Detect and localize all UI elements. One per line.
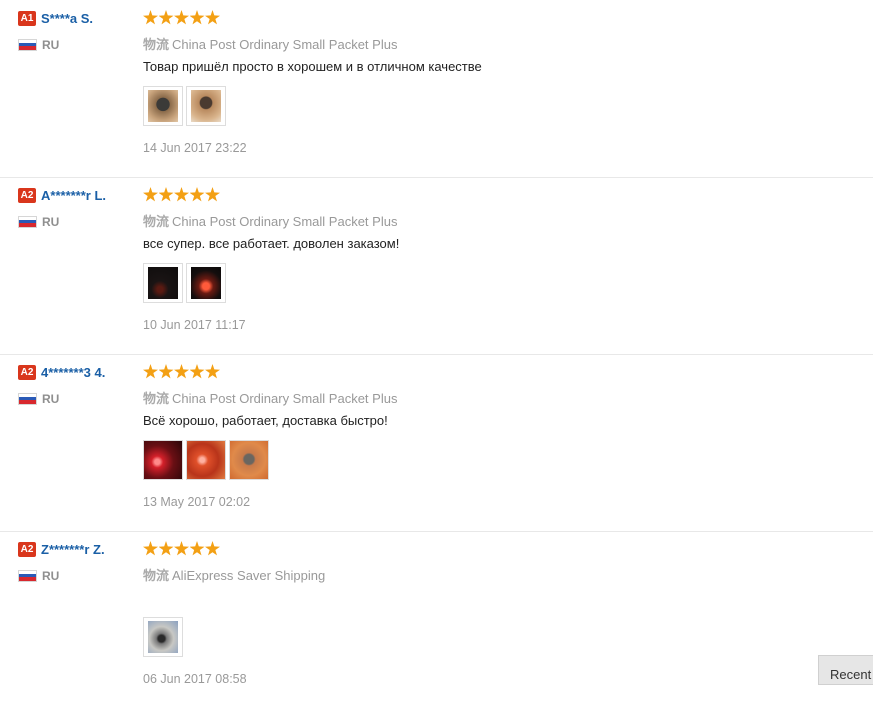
shipping-method: AliExpress Saver Shipping bbox=[172, 568, 326, 583]
star-icon bbox=[174, 364, 189, 379]
review-date: 06 Jun 2017 08:58 bbox=[143, 672, 247, 686]
russia-flag-icon bbox=[18, 569, 37, 582]
russia-flag-icon bbox=[18, 38, 37, 51]
star-icon bbox=[205, 187, 220, 202]
review-date: 14 Jun 2017 23:22 bbox=[143, 141, 247, 155]
reviewer-country: RU bbox=[18, 213, 138, 229]
reviewer-info: A1 S****a S. RU bbox=[18, 10, 138, 52]
review-photo-thumbnail[interactable] bbox=[143, 617, 183, 657]
star-icon bbox=[158, 187, 174, 202]
review-date: 10 Jun 2017 11:17 bbox=[143, 318, 246, 332]
level-badge: A1 bbox=[18, 11, 36, 27]
feedback-text: Всё хорошо, работает, доставка быстро! bbox=[143, 413, 388, 428]
review-item: A1 S****a S. RU 物流 China Post Ordinary Sma… bbox=[0, 0, 873, 178]
reviewer-name[interactable]: Z*******r Z. bbox=[41, 542, 105, 557]
shipping-label: 物流 bbox=[143, 214, 170, 229]
feedback-text: Товар пришёл просто в хорошем и в отличн… bbox=[143, 59, 482, 74]
star-rating bbox=[143, 541, 863, 557]
review-content: 物流 China Post Ordinary Small Packet Plus … bbox=[143, 364, 863, 509]
level-badge: A2 bbox=[18, 365, 36, 381]
shipping-method: China Post Ordinary Small Packet Plus bbox=[172, 391, 398, 406]
review-photo-thumbnail[interactable] bbox=[186, 440, 226, 480]
star-icon bbox=[143, 10, 158, 25]
shipping-label: 物流 bbox=[143, 37, 170, 52]
star-icon bbox=[174, 187, 189, 202]
feedback-text bbox=[143, 590, 863, 607]
review-content: 物流 China Post Ordinary Small Packet Plus … bbox=[143, 10, 863, 155]
star-icon bbox=[158, 541, 174, 556]
recent-button[interactable]: Recent bbox=[818, 655, 873, 685]
star-icon bbox=[158, 364, 174, 379]
review-item: A2 4*******3 4. RU 物流 China Post Ordinary … bbox=[0, 354, 873, 532]
shipping-label: 物流 bbox=[143, 568, 170, 583]
review-photo-thumbnail[interactable] bbox=[186, 263, 226, 303]
star-icon bbox=[158, 10, 174, 25]
level-badge: A2 bbox=[18, 188, 36, 204]
reviewer-name[interactable]: S****a S. bbox=[41, 11, 93, 26]
review-photo-thumbnail[interactable] bbox=[143, 86, 183, 126]
star-icon bbox=[143, 187, 158, 202]
star-rating bbox=[143, 187, 863, 203]
reviewer-country: RU bbox=[18, 567, 138, 583]
star-icon bbox=[205, 364, 220, 379]
shipping-method: China Post Ordinary Small Packet Plus bbox=[172, 37, 398, 52]
level-badge: A2 bbox=[18, 542, 36, 558]
reviewer-country: RU bbox=[18, 390, 138, 406]
reviewer-country: RU bbox=[18, 36, 138, 52]
country-code: RU bbox=[42, 37, 60, 52]
star-icon bbox=[174, 10, 189, 25]
star-icon bbox=[143, 541, 158, 556]
review-photos bbox=[143, 617, 863, 659]
country-code: RU bbox=[42, 568, 60, 583]
feedback-text: все супер. все работает. доволен заказом… bbox=[143, 236, 400, 251]
russia-flag-icon bbox=[18, 215, 37, 228]
reviewer-info: A2 Z*******r Z. RU bbox=[18, 541, 138, 583]
star-icon bbox=[189, 364, 205, 379]
star-icon bbox=[174, 541, 189, 556]
star-icon bbox=[143, 364, 158, 379]
review-photos bbox=[143, 263, 863, 305]
review-date: 13 May 2017 02:02 bbox=[143, 495, 251, 509]
reviewer-name[interactable]: A*******r L. bbox=[41, 188, 106, 203]
review-photos bbox=[143, 86, 863, 128]
review-item: A2 A*******r L. RU 物流 China Post Ordinary … bbox=[0, 177, 873, 355]
country-code: RU bbox=[42, 391, 60, 406]
reviewer-name[interactable]: 4*******3 4. bbox=[41, 365, 105, 380]
review-photo-thumbnail[interactable] bbox=[143, 440, 183, 480]
shipping-info: 物流 China Post Ordinary Small Packet Plus bbox=[143, 34, 863, 52]
russia-flag-icon bbox=[18, 392, 37, 405]
shipping-info: 物流 China Post Ordinary Small Packet Plus bbox=[143, 211, 863, 229]
reviewer-info: A2 A*******r L. RU bbox=[18, 187, 138, 229]
review-item: A2 Z*******r Z. RU 物流 AliExpress Saver Shi… bbox=[0, 531, 873, 708]
shipping-label: 物流 bbox=[143, 391, 170, 406]
shipping-info: 物流 China Post Ordinary Small Packet Plus bbox=[143, 388, 863, 406]
shipping-info: 物流 AliExpress Saver Shipping bbox=[143, 565, 863, 583]
review-content: 物流 China Post Ordinary Small Packet Plus … bbox=[143, 187, 863, 332]
star-icon bbox=[189, 187, 205, 202]
star-icon bbox=[189, 10, 205, 25]
reviewer-info: A2 4*******3 4. RU bbox=[18, 364, 138, 406]
country-code: RU bbox=[42, 214, 60, 229]
shipping-method: China Post Ordinary Small Packet Plus bbox=[172, 214, 398, 229]
review-photo-thumbnail[interactable] bbox=[229, 440, 269, 480]
star-rating bbox=[143, 10, 863, 26]
review-photos bbox=[143, 440, 863, 482]
star-icon bbox=[205, 541, 220, 556]
review-content: 物流 AliExpress Saver Shipping 06 Jun 2017 … bbox=[143, 541, 863, 686]
star-rating bbox=[143, 364, 863, 380]
review-photo-thumbnail[interactable] bbox=[143, 263, 183, 303]
star-icon bbox=[205, 10, 220, 25]
review-photo-thumbnail[interactable] bbox=[186, 86, 226, 126]
star-icon bbox=[189, 541, 205, 556]
